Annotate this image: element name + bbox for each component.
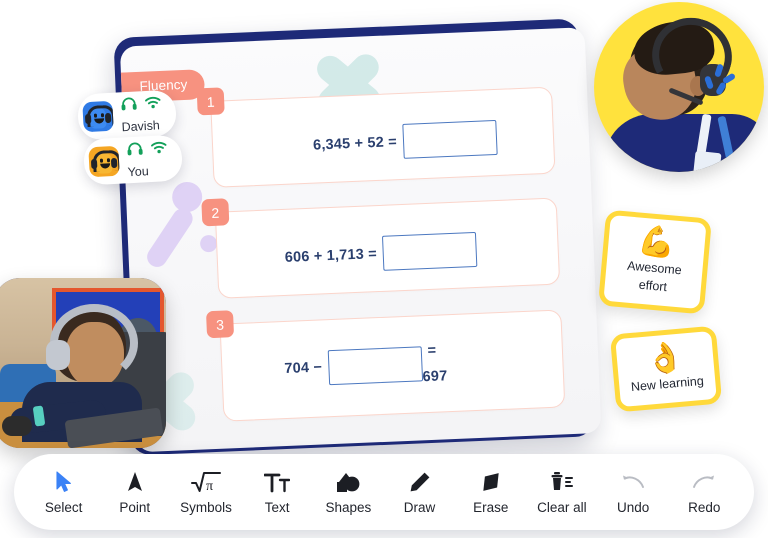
student-photo <box>0 278 166 448</box>
tutor-video-circle[interactable] <box>594 2 764 172</box>
tool-label: Redo <box>688 500 721 515</box>
square-root-pi-icon: π <box>190 469 221 495</box>
wifi-icon <box>144 95 162 110</box>
decorative-slash <box>143 204 197 271</box>
whiteboard-toolbar: Select Point π Symbols Text Shapes Draw … <box>14 454 754 530</box>
presence-name: Davish <box>121 118 161 135</box>
question-number-badge: 2 <box>201 198 230 227</box>
pointer-triangle-icon <box>127 469 143 495</box>
question-result-value: 697 <box>422 367 448 385</box>
redo-arrow-icon <box>691 469 717 495</box>
svg-text:π: π <box>206 479 213 493</box>
sticker-label: New learning <box>630 373 705 394</box>
answer-input-box[interactable] <box>402 119 498 159</box>
pencil-icon <box>409 469 431 495</box>
question-number-badge: 3 <box>205 310 235 339</box>
question-expression: 606 + 1,713 = <box>284 231 483 275</box>
question-expression-text: 704 − <box>284 359 323 378</box>
whiteboard: Fluency 1 6,345 + 52 = 2 606 + 1,713 = 3… <box>113 18 602 456</box>
tool-text[interactable]: Text <box>250 469 304 515</box>
tool-draw[interactable]: Draw <box>393 469 447 515</box>
presence-badge-davish[interactable]: Davish <box>76 89 178 141</box>
tool-redo[interactable]: Redo <box>677 469 731 515</box>
question-expression-text: 606 + 1,713 = <box>284 245 378 266</box>
tool-symbols[interactable]: π Symbols <box>179 469 233 515</box>
tool-select[interactable]: Select <box>37 469 91 515</box>
decorative-circle-small <box>199 234 218 253</box>
wifi-icon <box>150 140 168 155</box>
ok-hand-emoji: 👌 <box>645 340 686 377</box>
answer-input-box[interactable] <box>382 231 478 271</box>
headphones-icon <box>126 140 144 156</box>
trash-lines-icon <box>550 469 574 495</box>
undo-arrow-icon <box>620 469 646 495</box>
student-video-tile[interactable] <box>0 278 166 448</box>
avatar <box>82 100 114 133</box>
praise-sticker-new-learning[interactable]: 👌 New learning <box>609 325 723 412</box>
tool-undo[interactable]: Undo <box>606 469 660 515</box>
tool-label: Shapes <box>325 500 372 515</box>
question-card[interactable]: 3 704 − = 697 <box>205 309 566 422</box>
question-number-badge: 1 <box>196 87 225 116</box>
equals-sign: = <box>427 342 437 360</box>
text-tt-icon <box>264 469 291 495</box>
answer-input-box[interactable] <box>327 346 423 385</box>
question-expression: 6,345 + 52 = <box>312 119 503 163</box>
tool-point[interactable]: Point <box>108 469 162 515</box>
tool-label: Clear all <box>537 500 587 515</box>
decorative-circle-large <box>171 181 203 213</box>
tool-label: Undo <box>616 500 650 515</box>
question-card[interactable]: 2 606 + 1,713 = <box>201 197 561 299</box>
avatar <box>88 145 120 178</box>
tool-label: Point <box>119 500 151 515</box>
question-card[interactable]: 1 6,345 + 52 = <box>196 86 556 188</box>
eraser-icon <box>478 469 504 495</box>
tool-label: Select <box>44 500 83 515</box>
tool-label: Erase <box>473 500 509 515</box>
sticker-label: Awesome effort <box>626 258 683 294</box>
flexed-biceps-emoji: 💪 <box>636 224 677 261</box>
question-expression: 704 − = 697 <box>284 341 448 390</box>
tutor-photo <box>594 2 764 172</box>
tool-label: Symbols <box>180 500 232 515</box>
headphones-icon <box>120 95 138 111</box>
whiteboard-canvas[interactable]: Fluency 1 6,345 + 52 = 2 606 + 1,713 = 3… <box>119 27 602 453</box>
question-expression-text: 6,345 + 52 = <box>312 133 398 154</box>
presence-badge-you[interactable]: You <box>82 134 184 186</box>
speaking-sparkle-icon <box>703 63 738 98</box>
praise-sticker-awesome-effort[interactable]: 💪 Awesome effort <box>598 209 712 314</box>
app-root: Fluency 1 6,345 + 52 = 2 606 + 1,713 = 3… <box>0 0 768 538</box>
presence-name: You <box>127 164 150 180</box>
tool-erase[interactable]: Erase <box>464 469 518 515</box>
tool-clear-all[interactable]: Clear all <box>535 469 589 515</box>
cursor-arrow-icon <box>55 469 72 495</box>
shapes-icon <box>335 469 361 495</box>
tool-shapes[interactable]: Shapes <box>321 469 375 515</box>
tool-label: Draw <box>403 500 436 515</box>
tool-label: Text <box>264 500 290 515</box>
